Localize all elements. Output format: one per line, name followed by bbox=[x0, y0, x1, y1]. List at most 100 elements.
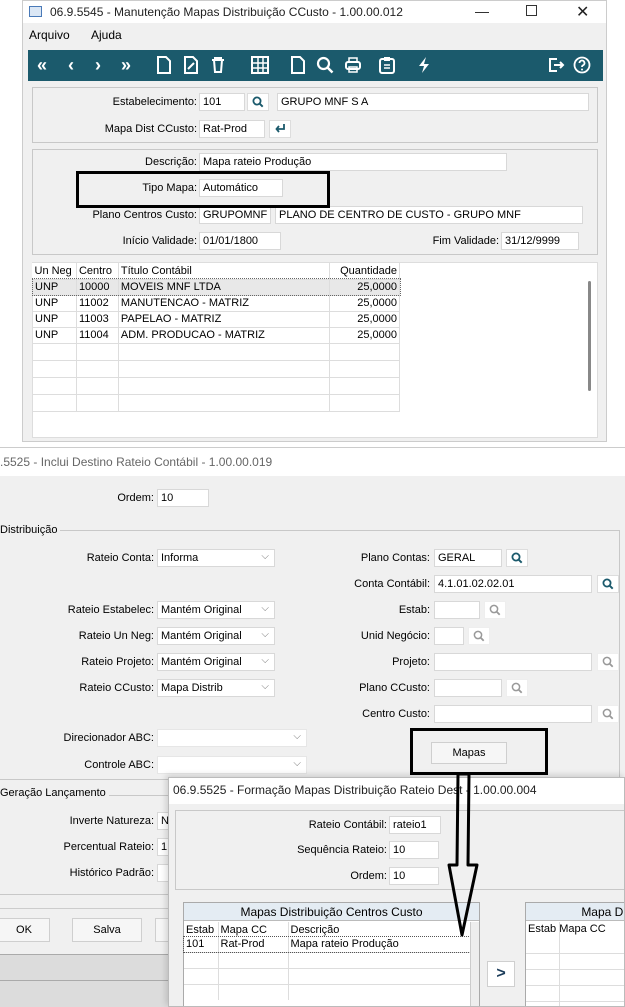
conta-contabil-label: Conta Contábil: bbox=[354, 578, 430, 590]
col-estab[interactable]: Estab bbox=[184, 922, 219, 937]
table-row[interactable]: UNP 11003 PAPELAO - MATRIZ 25,0000 bbox=[32, 310, 400, 328]
help-icon[interactable] bbox=[571, 52, 593, 78]
estabelecimento-label: Estabelecimento: bbox=[112, 96, 197, 108]
table-row[interactable]: UNP 11002 MANUTENCAO - MATRIZ 25,0000 bbox=[32, 294, 400, 312]
col-titulo[interactable]: Título Contábil bbox=[118, 263, 331, 279]
menu-bar: Arquivo Ajuda bbox=[23, 25, 606, 45]
projeto-field[interactable] bbox=[434, 653, 592, 671]
right-browse-headers: Estab Mapa CC bbox=[528, 923, 606, 935]
cell-quantidade: 25,0000 bbox=[329, 278, 400, 296]
inicio-validade-field[interactable]: 01/01/1800 bbox=[199, 232, 281, 250]
col-estab[interactable]: Estab bbox=[528, 923, 556, 935]
first-icon[interactable]: « bbox=[31, 52, 53, 78]
controle-select[interactable] bbox=[157, 756, 307, 774]
rateio-conta-select[interactable]: Informa bbox=[157, 549, 275, 567]
window-formacao-mapas: 06.9.5525 - Formação Mapas Distribuição … bbox=[168, 777, 625, 1007]
print-icon[interactable] bbox=[342, 52, 364, 78]
window-title: 06.9.5545 - Manutenção Mapas Distribuiçã… bbox=[50, 5, 403, 19]
projeto-search-button[interactable] bbox=[597, 653, 619, 671]
conta-search-button[interactable] bbox=[597, 575, 619, 593]
centro-custo-field[interactable] bbox=[434, 705, 592, 723]
table-scrollbar[interactable] bbox=[588, 281, 591, 391]
ordem-field[interactable]: 10 bbox=[389, 867, 439, 885]
conta-contabil-field[interactable]: 4.1.01.02.02.01 bbox=[434, 575, 592, 593]
plano-centros-field[interactable]: GRUPOMNF bbox=[199, 206, 271, 224]
plano-ccusto-search-button[interactable] bbox=[506, 679, 528, 697]
rateio-proj-select[interactable]: Mantém Original bbox=[157, 653, 275, 671]
sequencia-field[interactable]: 10 bbox=[389, 841, 439, 859]
delete-icon[interactable] bbox=[207, 52, 229, 78]
fim-validade-field[interactable]: 31/12/9999 bbox=[501, 232, 579, 250]
menu-ajuda[interactable]: Ajuda bbox=[91, 28, 122, 42]
descricao-field[interactable]: Mapa rateio Produção bbox=[199, 153, 507, 171]
plano-ccusto-label: Plano CCusto: bbox=[359, 682, 430, 694]
col-centro[interactable]: Centro bbox=[76, 263, 119, 279]
close-icon[interactable]: ✕ bbox=[576, 2, 589, 22]
new-icon[interactable] bbox=[153, 52, 175, 78]
unid-search-button[interactable] bbox=[468, 627, 490, 645]
table-row[interactable] bbox=[32, 359, 400, 378]
col-quantidade[interactable]: Quantidade bbox=[329, 263, 400, 279]
rateio-cc-select[interactable]: Mapa Distrib bbox=[157, 679, 275, 697]
document-icon[interactable] bbox=[287, 52, 309, 78]
mapa-go-button[interactable] bbox=[269, 120, 291, 138]
col-mapa-cc[interactable]: Mapa CC bbox=[218, 922, 289, 937]
clipboard-icon[interactable] bbox=[376, 52, 398, 78]
highlight-tipo-mapa bbox=[76, 171, 330, 208]
ordem-field[interactable]: 10 bbox=[157, 489, 209, 507]
mapa-field[interactable]: Rat-Prod bbox=[199, 120, 265, 138]
cell-titulo: MANUTENCAO - MATRIZ bbox=[117, 294, 331, 312]
plano-contas-field[interactable]: GERAL bbox=[434, 549, 502, 567]
rateio-un-select[interactable]: Mantém Original bbox=[157, 627, 275, 645]
estabelecimento-field[interactable]: 101 bbox=[199, 93, 245, 111]
right-browse-title: Mapa Di bbox=[526, 903, 624, 921]
table-row[interactable]: UNP 10000 MOVEIS MNF LTDA 25,0000 bbox=[31, 278, 401, 296]
centros-table: Un Neg Centro Título Contábil Quantidade… bbox=[31, 263, 401, 412]
col-un-neg[interactable]: Un Neg bbox=[32, 263, 77, 279]
cell-quantidade: 25,0000 bbox=[329, 326, 400, 344]
unid-negocio-field[interactable] bbox=[434, 627, 464, 645]
ok-button[interactable]: OK bbox=[0, 918, 50, 942]
cell-un-neg: UNP bbox=[32, 310, 77, 328]
search-icon[interactable] bbox=[314, 52, 336, 78]
direcionador-select[interactable] bbox=[157, 729, 307, 747]
title-bar: 06.9.5525 - Formação Mapas Distribuição … bbox=[169, 778, 624, 804]
cell-centro: 10000 bbox=[75, 278, 119, 296]
historico-label: Histórico Padrão: bbox=[69, 867, 154, 879]
add-map-button[interactable]: > bbox=[487, 961, 515, 987]
table-row[interactable]: 101 Rat-Prod Mapa rateio Produção bbox=[183, 936, 471, 953]
salva-button[interactable]: Salva bbox=[72, 918, 142, 942]
exit-icon[interactable] bbox=[545, 52, 567, 78]
maximize-icon[interactable] bbox=[526, 5, 537, 16]
centro-search-button[interactable] bbox=[597, 705, 619, 723]
ordem-label: Ordem: bbox=[350, 870, 387, 882]
rateio-estab-select[interactable]: Mantém Original bbox=[157, 601, 275, 619]
table-row[interactable] bbox=[32, 393, 400, 412]
table-row[interactable] bbox=[32, 376, 400, 395]
plano-ccusto-field[interactable] bbox=[434, 679, 502, 697]
last-icon[interactable]: » bbox=[115, 52, 137, 78]
menu-arquivo[interactable]: Arquivo bbox=[29, 28, 70, 42]
next-icon[interactable]: › bbox=[87, 52, 109, 78]
prev-icon[interactable]: ‹ bbox=[60, 52, 82, 78]
search-icon bbox=[252, 96, 264, 108]
sequencia-label: Sequência Rateio: bbox=[297, 844, 387, 856]
estab-search-button[interactable] bbox=[484, 601, 506, 619]
rateio-contabil-field[interactable]: rateio1 bbox=[389, 816, 441, 834]
edit-icon[interactable] bbox=[180, 52, 202, 78]
table-row[interactable]: UNP 11004 ADM. PRODUCAO - MATRIZ 25,0000 bbox=[32, 326, 400, 344]
title-bar: 06.9.5545 - Manutenção Mapas Distribuiçã… bbox=[23, 1, 606, 23]
estab-field[interactable] bbox=[434, 601, 480, 619]
cell-mapa-cc: Rat-Prod bbox=[218, 937, 289, 952]
window-mapas-distribuicao: 06.9.5545 - Manutenção Mapas Distribuiçã… bbox=[22, 0, 607, 442]
left-browse-table: Estab Mapa CC Descrição 101 Rat-Prod Map… bbox=[183, 922, 471, 1000]
plano-centros-desc: PLANO DE CENTRO DE CUSTO - GRUPO MNF bbox=[275, 206, 583, 224]
plano-contas-search-button[interactable] bbox=[506, 549, 528, 567]
col-mapa-cc[interactable]: Mapa CC bbox=[559, 923, 605, 935]
lightning-icon[interactable] bbox=[413, 52, 435, 78]
minimize-icon[interactable]: — bbox=[475, 3, 489, 19]
grid-icon[interactable] bbox=[249, 52, 271, 78]
projeto-label: Projeto: bbox=[392, 656, 430, 668]
estabelecimento-search-button[interactable] bbox=[247, 93, 269, 111]
table-row[interactable] bbox=[32, 342, 400, 361]
